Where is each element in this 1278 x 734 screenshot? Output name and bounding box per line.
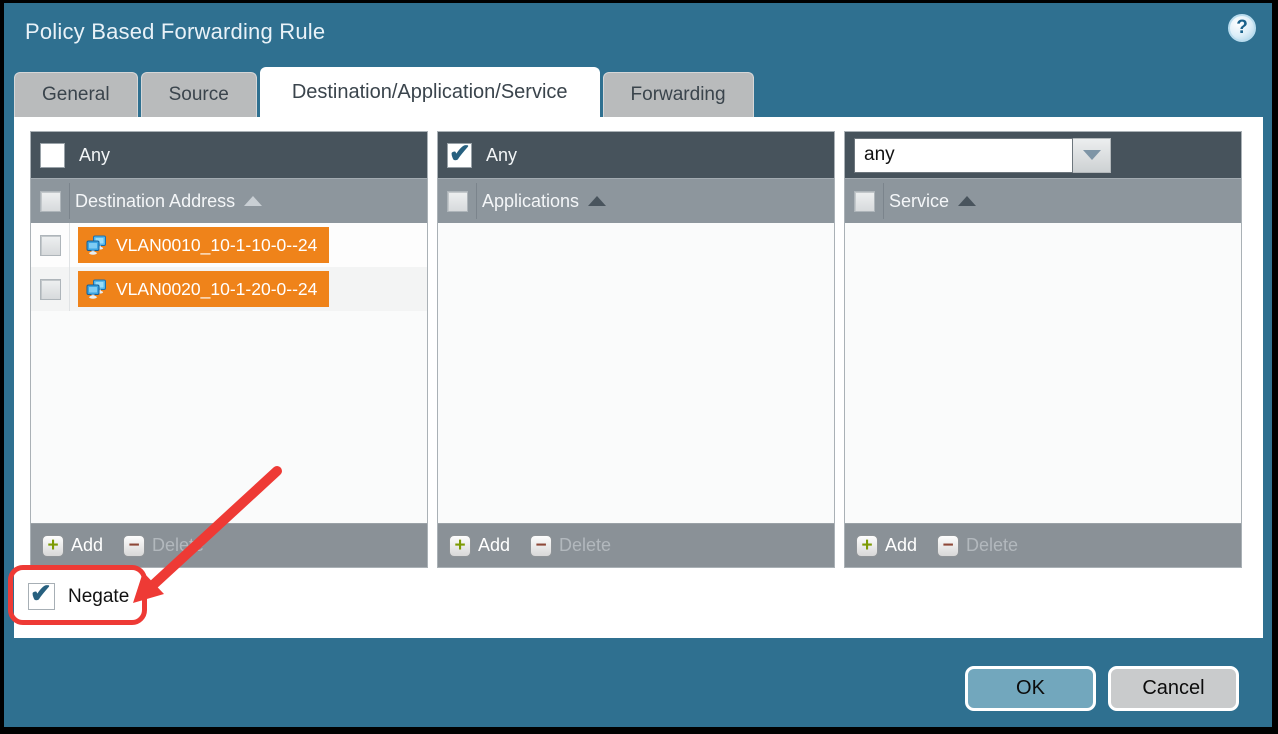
sort-asc-icon [958,196,976,206]
tab-destination-application-service[interactable]: Destination/Application/Service [260,67,600,117]
divider [69,183,70,219]
destination-address-panel: Any Destination Address [30,131,428,568]
delete-label: Delete [559,535,611,556]
applications-select-all-checkbox[interactable] [447,191,468,212]
address-object-label: VLAN0010_10-1-10-0--24 [116,235,317,256]
address-object-label: VLAN0020_10-1-20-0--24 [116,279,317,300]
tab-general[interactable]: General [14,72,138,117]
service-type-dropdown[interactable]: any [854,138,1111,173]
service-column-header[interactable]: Service [845,178,1241,223]
tab-bar: General Source Destination/Application/S… [14,65,757,117]
service-select-all-checkbox[interactable] [854,191,875,212]
add-label: Add [71,535,103,556]
minus-icon: − [123,535,145,557]
address-object-chip[interactable]: VLAN0020_10-1-20-0--24 [78,271,329,307]
applications-panel: Any Applications + Add − Delete [437,131,835,568]
panel-row: Any Destination Address [30,131,1242,568]
sort-asc-icon [244,196,262,206]
delete-service-button[interactable]: − Delete [937,535,1018,557]
tab-source[interactable]: Source [141,72,257,117]
address-object-icon [86,279,107,299]
chevron-down-icon [1083,150,1101,160]
negate-checkbox[interactable] [28,583,55,610]
row-checkbox[interactable] [40,279,61,300]
delete-application-button[interactable]: − Delete [530,535,611,557]
destination-select-all-checkbox[interactable] [40,191,61,212]
destination-column-header[interactable]: Destination Address [31,178,427,223]
applications-list [438,223,834,523]
list-item[interactable]: VLAN0020_10-1-20-0--24 [31,267,427,311]
add-service-button[interactable]: + Add [856,535,917,557]
address-object-chip[interactable]: VLAN0010_10-1-10-0--24 [78,227,329,263]
negate-label: Negate [68,586,129,608]
title-bar: Policy Based Forwarding Rule ? [4,3,1272,67]
address-object-icon [86,235,107,255]
plus-icon: + [449,535,471,557]
destination-list: VLAN0010_10-1-10-0--24 [31,223,427,523]
dropdown-button[interactable] [1073,138,1111,173]
applications-column-header[interactable]: Applications [438,178,834,223]
service-type-value: any [854,138,1073,173]
delete-label: Delete [152,535,204,556]
sort-asc-icon [588,196,606,206]
pbf-rule-dialog: Policy Based Forwarding Rule ? General S… [4,3,1272,727]
applications-any-header: Any [438,132,834,178]
negate-row: Negate [28,583,1263,610]
list-item[interactable]: VLAN0010_10-1-10-0--24 [31,223,427,267]
minus-icon: − [530,535,552,557]
service-any-header: any [845,132,1241,178]
row-checkbox[interactable] [40,235,61,256]
dialog-title: Policy Based Forwarding Rule [25,19,325,45]
ok-button[interactable]: OK [965,666,1096,711]
tab-content: Any Destination Address [14,117,1263,638]
divider [69,223,70,267]
divider [69,267,70,311]
minus-icon: − [937,535,959,557]
delete-destination-button[interactable]: − Delete [123,535,204,557]
applications-panel-footer: + Add − Delete [438,523,834,567]
destination-panel-footer: + Add − Delete [31,523,427,567]
destination-any-header: Any [31,132,427,178]
destination-any-checkbox[interactable] [40,143,65,168]
add-label: Add [478,535,510,556]
delete-label: Delete [966,535,1018,556]
destination-any-label: Any [79,145,110,166]
help-icon[interactable]: ? [1228,14,1256,42]
service-panel-footer: + Add − Delete [845,523,1241,567]
divider [476,183,477,219]
add-application-button[interactable]: + Add [449,535,510,557]
plus-icon: + [856,535,878,557]
tab-forwarding[interactable]: Forwarding [603,72,754,117]
add-destination-button[interactable]: + Add [42,535,103,557]
destination-column-label: Destination Address [75,191,235,212]
service-panel: any Service + Add [844,131,1242,568]
service-list [845,223,1241,523]
divider [883,183,884,219]
service-column-label: Service [889,191,949,212]
applications-any-checkbox[interactable] [447,143,472,168]
applications-column-label: Applications [482,191,579,212]
applications-any-label: Any [486,145,517,166]
plus-icon: + [42,535,64,557]
cancel-button[interactable]: Cancel [1108,666,1239,711]
add-label: Add [885,535,917,556]
